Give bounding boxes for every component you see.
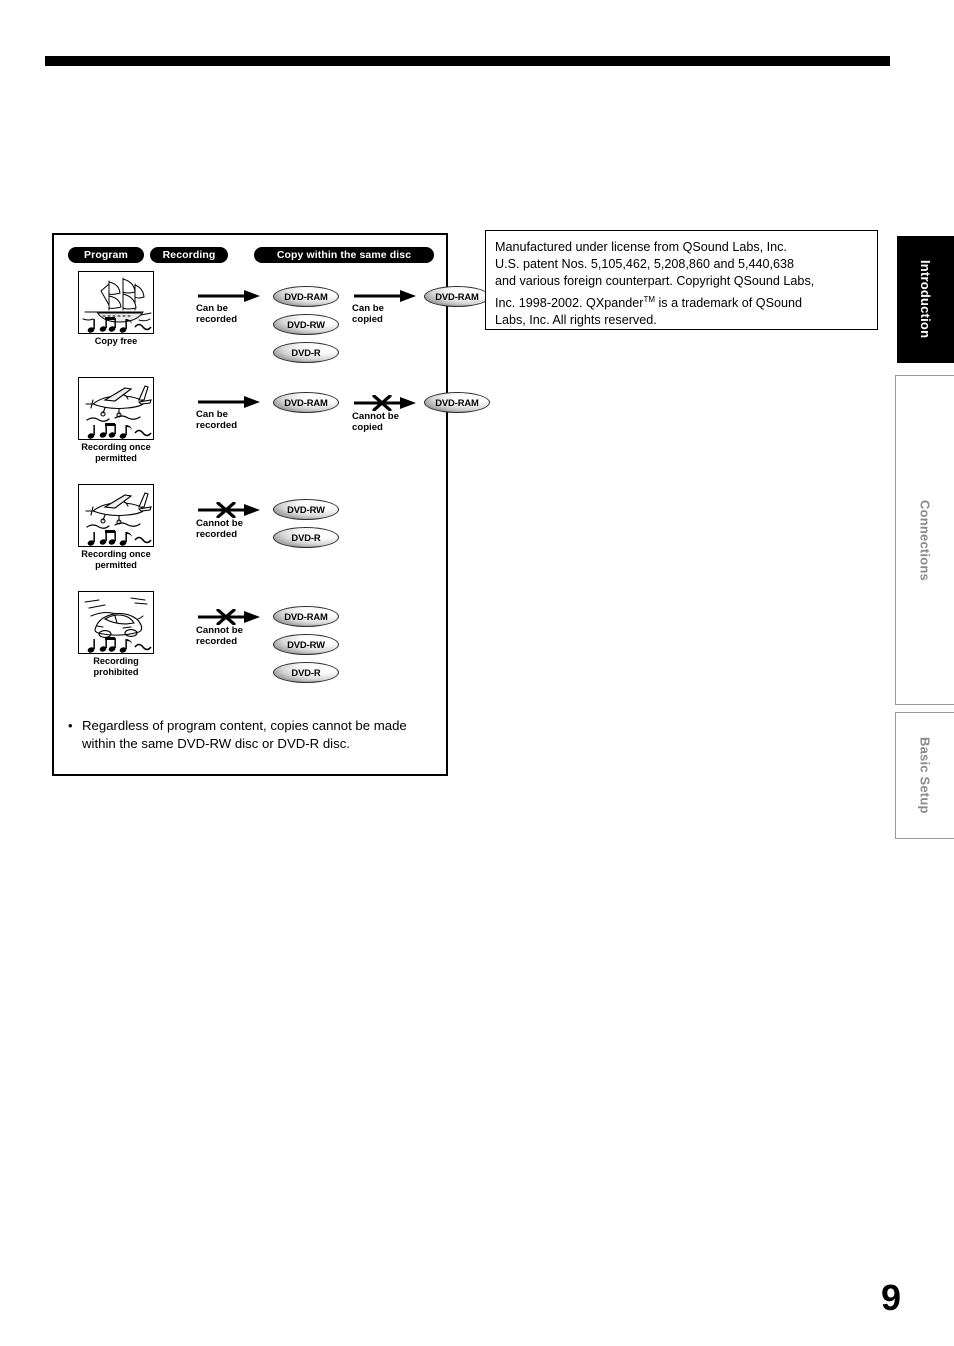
airplane-icon	[78, 484, 154, 547]
side-tab-introduction[interactable]: Introduction	[897, 236, 954, 363]
copy-status-label: Can be copied	[352, 303, 384, 325]
airplane-icon	[78, 377, 154, 440]
sailing-ship-icon	[78, 271, 154, 334]
program-cell: Recording once permitted	[66, 377, 166, 464]
diagram-footnote: • Regardless of program content, copies …	[68, 717, 436, 752]
recording-arrow-group: Can be recorded	[194, 395, 266, 431]
side-tab-label: Connections	[917, 499, 933, 581]
side-tab-connections[interactable]: Connections	[895, 375, 954, 705]
recording-status-label: Cannot be recorded	[196, 625, 243, 647]
disc-badge: DVD-R	[273, 527, 339, 548]
arrow-right-icon	[198, 396, 260, 408]
disc-badge: DVD-RW	[273, 499, 339, 520]
license-line-4b: is a trademark of QSound	[655, 295, 802, 310]
disc-badge: DVD-RAM	[273, 606, 339, 627]
header-rule	[45, 56, 890, 66]
side-tab-label: Introduction	[918, 260, 933, 339]
program-cell: Recording once permitted	[66, 484, 166, 571]
program-cell: Copy free	[66, 271, 166, 347]
page-number: 9	[880, 1277, 901, 1318]
side-tab-basic-setup[interactable]: Basic Setup	[895, 712, 954, 839]
copy-control-diagram: Program Recording Copy within the same d…	[52, 233, 490, 776]
copy-status-label: Cannot be copied	[352, 411, 399, 433]
qsound-license-box: Manufactured under license from QSound L…	[485, 230, 878, 330]
column-header-copy-within-same-disc: Copy within the same disc	[254, 247, 434, 263]
car-icon	[78, 591, 154, 654]
arrow-right-blocked-icon	[354, 395, 416, 411]
trademark-superscript: TM	[643, 294, 655, 304]
copy-arrow-group: Cannot be copied	[350, 395, 422, 433]
disc-badge: DVD-R	[273, 662, 339, 683]
license-line-3: and various foreign counterpart. Copyrig…	[495, 274, 815, 289]
arrow-right-blocked-icon	[198, 609, 260, 625]
table-row: Recording prohibited Cannot be recorded …	[54, 591, 446, 703]
program-cell: Recording prohibited	[66, 591, 166, 678]
license-line-4a: Inc. 1998-2002. QXpander	[495, 295, 644, 310]
recording-arrow-group: Cannot be recorded	[194, 609, 266, 647]
disc-badge: DVD-R	[273, 342, 339, 363]
side-tab-label: Basic Setup	[917, 737, 933, 814]
disc-badge: DVD-RW	[273, 634, 339, 655]
license-line-1: Manufactured under license from QSound L…	[495, 240, 787, 254]
program-caption: Copy free	[94, 336, 138, 346]
diagram-column-headers: Program Recording Copy within the same d…	[54, 235, 446, 263]
arrow-right-icon	[198, 290, 260, 302]
license-line-5: Labs, Inc. All rights reserved.	[495, 313, 657, 327]
recording-status-label: Can be recorded	[196, 303, 238, 325]
disc-badge: DVD-RAM	[273, 392, 339, 413]
column-header-recording: Recording	[150, 247, 228, 263]
recording-arrow-group: Cannot be recorded	[194, 502, 266, 540]
arrow-right-icon	[354, 290, 416, 302]
column-header-program: Program	[68, 247, 144, 263]
disc-badge: DVD-RAM	[424, 392, 490, 413]
copy-arrow-group: Can be copied	[350, 289, 422, 325]
disc-badge: DVD-RAM	[424, 286, 490, 307]
program-caption: Recording prohibited	[93, 656, 139, 677]
table-row: Recording once permitted Cannot be recor…	[54, 484, 446, 596]
bullet-glyph: •	[68, 718, 73, 733]
footnote-text: Regardless of program content, copies ca…	[82, 718, 407, 751]
license-text: Manufactured under license from QSound L…	[495, 239, 868, 329]
recording-status-label: Can be recorded	[196, 409, 238, 431]
recording-status-label: Cannot be recorded	[196, 518, 243, 540]
disc-badge: DVD-RAM	[273, 286, 339, 307]
arrow-right-blocked-icon	[198, 502, 260, 518]
recording-arrow-group: Can be recorded	[194, 289, 266, 325]
license-line-2: U.S. patent Nos. 5,105,462, 5,208,860 an…	[495, 257, 794, 272]
disc-badge: DVD-RW	[273, 314, 339, 335]
program-caption: Recording once permitted	[81, 549, 151, 570]
table-row: Recording once permitted Can be recorded…	[54, 377, 490, 489]
program-caption: Recording once permitted	[81, 442, 151, 463]
